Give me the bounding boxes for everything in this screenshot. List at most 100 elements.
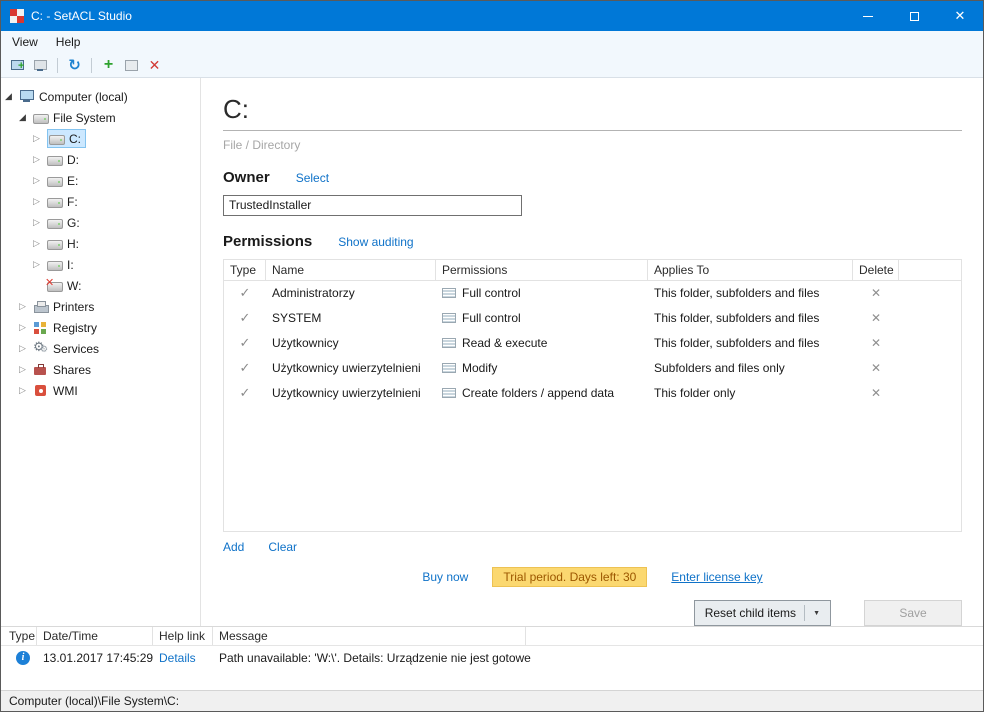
maximize-button[interactable] — [891, 1, 937, 31]
tree-item-drive-d[interactable]: ▷ D: — [1, 149, 200, 170]
chevron-collapsed-icon[interactable]: ▷ — [33, 175, 47, 186]
edit-computer-button[interactable] — [30, 55, 51, 75]
add-computer-button[interactable] — [7, 55, 28, 75]
chevron-collapsed-icon[interactable]: ▷ — [33, 238, 47, 249]
remove-item-button[interactable] — [121, 55, 142, 75]
applies-to: This folder only — [648, 386, 853, 400]
delete-row-icon[interactable]: ✕ — [853, 311, 899, 325]
permission-label: Read & execute — [462, 336, 547, 350]
delete-item-button[interactable]: ✕ — [144, 55, 165, 75]
reset-child-items-button[interactable]: Reset child items ▼ — [694, 600, 831, 626]
panel-icon — [125, 60, 138, 71]
selected-tree-node[interactable]: C: — [47, 129, 86, 148]
refresh-button[interactable]: ↻ — [64, 55, 85, 75]
clear-permissions-link[interactable]: Clear — [268, 540, 297, 554]
trustee-name: Użytkownicy — [266, 336, 436, 350]
log-row[interactable]: 13.01.2017 17:45:29 Details Path unavail… — [1, 646, 983, 669]
permission-mask-icon — [442, 388, 456, 398]
log-message: Path unavailable: 'W:\'. Details: Urządz… — [213, 651, 983, 665]
chevron-collapsed-icon[interactable]: ▷ — [19, 343, 33, 354]
tree-item-label: C: — [69, 132, 81, 146]
window-controls: ✕ — [845, 1, 983, 31]
menu-help[interactable]: Help — [47, 32, 90, 52]
tree-item-label: Computer (local) — [39, 90, 128, 104]
content-area: ◢ Computer (local) ◢ File System ▷ C: ▷ … — [1, 78, 983, 626]
chevron-collapsed-icon[interactable]: ▷ — [19, 301, 33, 312]
column-header-permissions[interactable]: Permissions — [436, 260, 648, 280]
allow-check-icon: ✓ — [224, 310, 266, 326]
app-window: C: - SetACL Studio ✕ View Help ↻ + ✕ ◢ C… — [0, 0, 984, 712]
chevron-collapsed-icon[interactable]: ▷ — [19, 364, 33, 375]
permission-row[interactable]: ✓ SYSTEM Full control This folder, subfo… — [224, 306, 961, 331]
permission-mask-icon — [442, 363, 456, 373]
minimize-icon — [863, 16, 873, 17]
allow-check-icon: ✓ — [224, 360, 266, 376]
page-title: C: — [223, 94, 962, 125]
trustee-name: SYSTEM — [266, 311, 436, 325]
column-header-filler — [899, 260, 961, 280]
column-header-type[interactable]: Type — [224, 260, 266, 280]
log-column-type[interactable]: Type — [1, 627, 37, 645]
tree-item-wmi[interactable]: ▷ WMI — [1, 380, 200, 401]
tree-item-registry[interactable]: ▷ Registry — [1, 317, 200, 338]
log-details-link[interactable]: Details — [159, 651, 196, 665]
window-title: C: - SetACL Studio — [31, 9, 132, 23]
add-permission-link[interactable]: Add — [223, 540, 244, 554]
tree-item-computer-local[interactable]: ◢ Computer (local) — [1, 86, 200, 107]
show-auditing-link[interactable]: Show auditing — [338, 235, 413, 249]
tree-item-drive-g[interactable]: ▷ G: — [1, 212, 200, 233]
log-column-datetime[interactable]: Date/Time — [37, 627, 153, 645]
permission-row[interactable]: ✓ Użytkownicy uwierzytelnieni Create fol… — [224, 381, 961, 406]
tree-item-drive-f[interactable]: ▷ F: — [1, 191, 200, 212]
license-bar: Buy now Trial period. Days left: 30 Ente… — [223, 567, 962, 587]
column-header-applies-to[interactable]: Applies To — [648, 260, 853, 280]
minimize-button[interactable] — [845, 1, 891, 31]
chevron-collapsed-icon[interactable]: ▷ — [33, 259, 47, 270]
delete-row-icon[interactable]: ✕ — [853, 336, 899, 350]
chevron-collapsed-icon[interactable]: ▷ — [33, 154, 47, 165]
log-column-message[interactable]: Message — [213, 627, 526, 645]
permission-row[interactable]: ✓ Administratorzy Full control This fold… — [224, 281, 961, 306]
tree-item-drive-c[interactable]: ▷ C: — [1, 128, 200, 149]
tree-item-label: W: — [67, 279, 81, 293]
enter-license-key-link[interactable]: Enter license key — [671, 570, 762, 584]
tree-item-drive-e[interactable]: ▷ E: — [1, 170, 200, 191]
tree-item-drive-i[interactable]: ▷ I: — [1, 254, 200, 275]
log-column-help-link[interactable]: Help link — [153, 627, 213, 645]
menu-view[interactable]: View — [3, 32, 47, 52]
tree-item-printers[interactable]: ▷ Printers — [1, 296, 200, 317]
buy-now-link[interactable]: Buy now — [422, 570, 468, 584]
titlebar: C: - SetACL Studio ✕ — [1, 1, 983, 31]
select-owner-link[interactable]: Select — [296, 171, 329, 185]
log-datetime: 13.01.2017 17:45:29 — [37, 651, 153, 665]
column-header-name[interactable]: Name — [266, 260, 436, 280]
tree-item-label: I: — [67, 258, 74, 272]
chevron-collapsed-icon[interactable]: ▷ — [33, 133, 47, 144]
column-header-delete[interactable]: Delete — [853, 260, 899, 280]
chevron-collapsed-icon[interactable]: ▷ — [33, 196, 47, 207]
sidebar-tree: ◢ Computer (local) ◢ File System ▷ C: ▷ … — [1, 78, 201, 626]
delete-row-icon[interactable]: ✕ — [853, 386, 899, 400]
computer-icon — [19, 89, 35, 104]
tree-item-file-system[interactable]: ◢ File System — [1, 107, 200, 128]
add-item-button[interactable]: + — [98, 55, 119, 75]
owner-input[interactable] — [223, 195, 522, 216]
permission-row[interactable]: ✓ Użytkownicy Read & execute This folder… — [224, 331, 961, 356]
save-button[interactable]: Save — [864, 600, 962, 626]
tree-item-drive-w[interactable]: W: — [1, 275, 200, 296]
close-button[interactable]: ✕ — [937, 1, 983, 31]
delete-row-icon[interactable]: ✕ — [853, 361, 899, 375]
chevron-expanded-icon[interactable]: ◢ — [19, 112, 33, 123]
chevron-collapsed-icon[interactable]: ▷ — [19, 385, 33, 396]
delete-row-icon[interactable]: ✕ — [853, 286, 899, 300]
tree-item-drive-h[interactable]: ▷ H: — [1, 233, 200, 254]
tree-item-services[interactable]: ▷ Services — [1, 338, 200, 359]
tree-item-shares[interactable]: ▷ Shares — [1, 359, 200, 380]
chevron-collapsed-icon[interactable]: ▷ — [19, 322, 33, 333]
chevron-collapsed-icon[interactable]: ▷ — [33, 217, 47, 228]
main-panel: C: File / Directory Owner Select Permiss… — [201, 78, 983, 626]
action-buttons: Reset child items ▼ Save — [223, 600, 962, 626]
services-gear-icon — [33, 341, 49, 356]
chevron-expanded-icon[interactable]: ◢ — [5, 91, 19, 102]
permission-row[interactable]: ✓ Użytkownicy uwierzytelnieni Modify Sub… — [224, 356, 961, 381]
